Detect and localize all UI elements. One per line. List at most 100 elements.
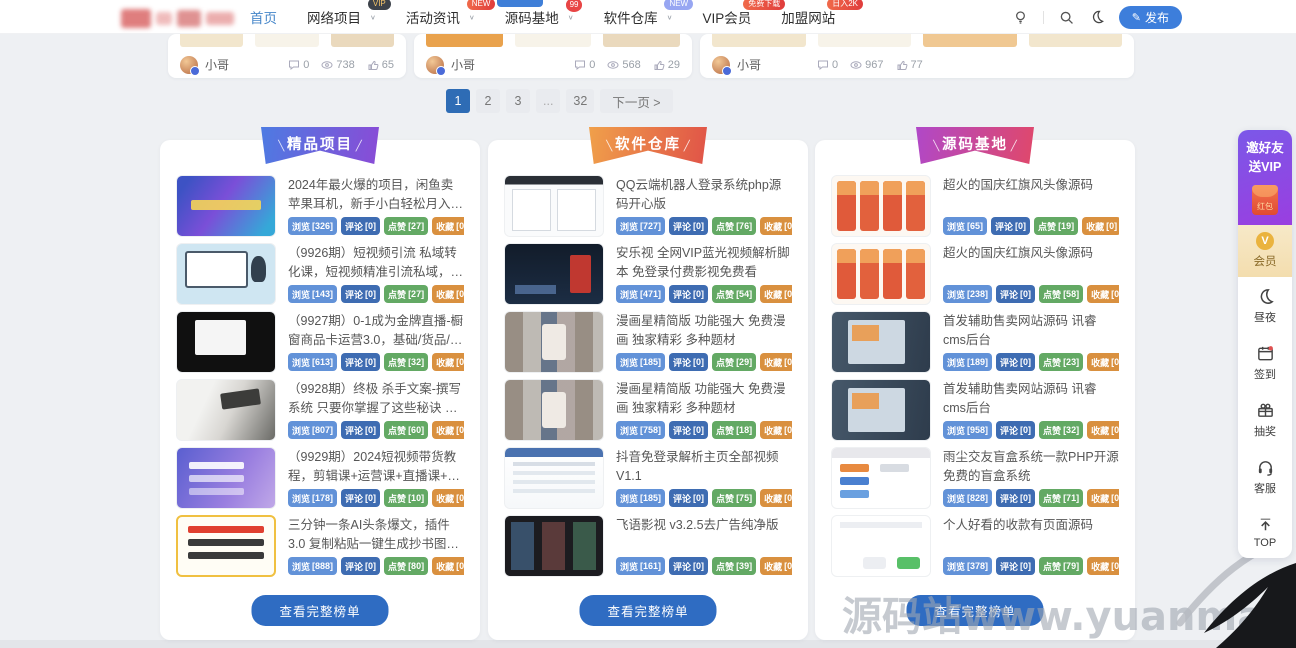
vip-member-button[interactable]: V 会员 bbox=[1238, 224, 1292, 277]
badge-value: [0] bbox=[784, 289, 792, 299]
list-item[interactable]: （9929期）2024短视频带货教程，剪辑课+运营课+直播课+拍摄课（全套高清.… bbox=[176, 447, 464, 509]
list-item[interactable]: 超火的国庆红旗风头像源码 浏览 [65] 评论 [0] 点赞 [19] 收藏 [0] bbox=[831, 175, 1119, 237]
comments-badge: 评论 [0] bbox=[996, 557, 1036, 575]
list-item[interactable]: 首发辅助售卖网站源码 讯睿cms后台 浏览 [958] 评论 [0] 点赞 [32] … bbox=[831, 379, 1119, 441]
badge-value: [0] bbox=[693, 357, 705, 367]
list-item[interactable]: 三分钟一条AI头条爆文，插件3.0 复制粘贴一键生成抄书图片 单日变现四位数 浏… bbox=[176, 515, 464, 577]
moon-icon bbox=[1260, 288, 1274, 304]
lightbulb-icon[interactable] bbox=[1012, 9, 1029, 26]
list-item[interactable]: 首发辅助售卖网站源码 讯睿cms后台 浏览 [189] 评论 [0] 点赞 [23] … bbox=[831, 311, 1119, 373]
item-thumbnail-image bbox=[504, 379, 604, 441]
list-item[interactable]: （9926期）短视频引流 私域转化课，短视频精准引流私域，在私域高效转化... … bbox=[176, 243, 464, 305]
thumbnail-sliver bbox=[426, 34, 503, 47]
post-stats: 0 967 77 bbox=[817, 59, 923, 71]
badge-label: 收藏 bbox=[764, 493, 783, 504]
nav-item[interactable]: 活动资讯 NEW ∨ bbox=[406, 0, 496, 27]
comments-badge: 评论 [0] bbox=[669, 285, 709, 303]
publish-button[interactable]: ✎ 发布 bbox=[1118, 5, 1182, 29]
tool-label: 抽奖 bbox=[1254, 425, 1276, 438]
check-in-button[interactable]: 签到 bbox=[1238, 334, 1292, 391]
nav-item-badge: 免费下载 bbox=[743, 0, 786, 10]
likes-count: 29 bbox=[667, 58, 680, 71]
likes-badge: 点赞 [10] bbox=[384, 489, 429, 507]
comments-count: 0 bbox=[589, 58, 596, 71]
badge-value: [471] bbox=[640, 289, 662, 299]
favorites-badge: 收藏[0] bbox=[432, 489, 464, 507]
page-button[interactable]: 32 bbox=[566, 89, 595, 113]
list-item[interactable]: （9927期）0-1成为金牌直播-橱窗商品卡运营3.0，基础/货品/场景/话术/… bbox=[176, 311, 464, 373]
post-card[interactable]: 小哥 0 568 29 bbox=[414, 34, 692, 78]
badge-label: 点赞 bbox=[1043, 425, 1062, 436]
views-badge: 浏览 [958] bbox=[943, 421, 993, 439]
item-body: 超火的国庆红旗风头像源码 浏览[238] 评论[0] 点赞[58] 收藏[0] bbox=[943, 243, 1119, 305]
item-stats: 浏览[143] 评论[0] 点赞[27] 收藏[0] bbox=[288, 285, 464, 303]
nav-item[interactable]: 软件仓库 NEW ∨ bbox=[604, 0, 694, 27]
page-button[interactable]: 1 bbox=[446, 89, 470, 113]
badge-label: 浏览 bbox=[947, 425, 966, 436]
nav-item[interactable]: 源码基地 99 ∨ bbox=[505, 0, 583, 27]
favorites-badge: 收藏[0] bbox=[760, 217, 792, 235]
item-thumbnail-image bbox=[504, 515, 604, 577]
page-button[interactable]: ... bbox=[536, 89, 561, 113]
list-item[interactable]: 漫画星精简版 功能强大 免费漫画 独家精彩 多种题材 浏览 [758] 评论 [0]… bbox=[504, 379, 792, 441]
nav-item[interactable]: VIP会员 免费下载 bbox=[702, 0, 786, 27]
badge-label: 点赞 bbox=[1043, 357, 1062, 368]
badge-value: [27] bbox=[408, 221, 425, 231]
site-logo[interactable] bbox=[121, 6, 245, 30]
nav-item[interactable]: 网络项目 VIP ∨ bbox=[307, 0, 391, 27]
badge-value: [0] bbox=[1111, 493, 1119, 503]
nav-item-label: 网络项目 bbox=[307, 11, 361, 26]
avatar bbox=[180, 55, 200, 76]
badge-value: [0] bbox=[365, 493, 377, 503]
avatar bbox=[426, 55, 446, 76]
invite-vip-card[interactable]: 邀好友 送VIP 红包 bbox=[1238, 130, 1292, 225]
views-stat: 967 bbox=[850, 58, 884, 71]
page-button[interactable]: 3 bbox=[506, 89, 530, 113]
badge-label: 点赞 bbox=[388, 561, 407, 572]
list-item[interactable]: 超火的国庆红旗风头像源码 浏览[238] 评论[0] 点赞[58] 收藏[0] bbox=[831, 243, 1119, 305]
moon-icon[interactable] bbox=[1089, 9, 1105, 25]
gift-icon bbox=[1257, 403, 1273, 417]
list-item[interactable]: 飞语影视 v3.2.5去广告纯净版 浏览 [161] 评论 [0] 点赞 [39] 收… bbox=[504, 515, 792, 577]
day-night-toggle[interactable]: 昼夜 bbox=[1238, 277, 1292, 334]
view-full-list-button[interactable]: 查看完整榜单 bbox=[251, 595, 389, 626]
tool-label: 签到 bbox=[1254, 368, 1276, 381]
username: 小哥 bbox=[205, 58, 230, 72]
badge-value: [378] bbox=[967, 561, 989, 571]
list-item[interactable]: 安乐视 全网VIP蓝光视频解析脚本 免登录付费影视免费看 浏览 [471] 评论[… bbox=[504, 243, 792, 305]
badge-label: 收藏 bbox=[436, 561, 455, 572]
list-item[interactable]: （9928期）终极 杀手文案-撰写系统 只要你掌握了这些秘诀 你可以在沙漠里..… bbox=[176, 379, 464, 441]
item-title: （9929期）2024短视频带货教程，剪辑课+运营课+直播课+拍摄课（全套高清.… bbox=[288, 450, 460, 483]
back-to-top-button[interactable]: TOP bbox=[1238, 505, 1292, 558]
view-full-list-button[interactable]: 查看完整榜单 bbox=[906, 595, 1044, 626]
badge-value: [0] bbox=[784, 493, 792, 503]
badge-label: 评论 bbox=[995, 221, 1014, 232]
badge-label: 浏览 bbox=[292, 221, 311, 232]
badge-label: 评论 bbox=[673, 357, 692, 368]
badge-value: [0] bbox=[1106, 221, 1118, 231]
nav-item[interactable]: 加盟网站 日入2K bbox=[781, 0, 863, 27]
search-icon[interactable] bbox=[1058, 9, 1075, 26]
thumbnail-sliver bbox=[255, 34, 319, 47]
views-count: 967 bbox=[865, 58, 884, 71]
badge-value: [19] bbox=[1058, 221, 1075, 231]
lottery-button[interactable]: 抽奖 bbox=[1238, 391, 1292, 448]
customer-service-button[interactable]: 客服 bbox=[1238, 448, 1292, 505]
list-item[interactable]: 2024年最火爆的项目，闲鱼卖苹果耳机，新手小白轻松月入2W+简单易上手 浏览[… bbox=[176, 175, 464, 237]
list-item[interactable]: 漫画星精简版 功能强大 免费漫画 独家精彩 多种题材 浏览 [185] 评论 [0]… bbox=[504, 311, 792, 373]
list-item[interactable]: 个人好看的收款有页面源码 浏览[378] 评论[0] 点赞[79] 收藏[0] bbox=[831, 515, 1119, 577]
likes-badge: 点赞 [76] bbox=[712, 217, 757, 235]
list-item[interactable]: QQ云端机器人登录系统php源码开心版 浏览 [727] 评论 [0] 点赞 [76]… bbox=[504, 175, 792, 237]
list-item[interactable]: 雨尘交友盲盒系统一款PHP开源免费的盲盒系统 浏览 [828] 评论 [0] 点赞[… bbox=[831, 447, 1119, 509]
nav-item[interactable]: 首页 bbox=[250, 7, 277, 27]
page-button[interactable]: 2 bbox=[476, 89, 500, 113]
badge-label: 评论 bbox=[1000, 425, 1019, 436]
post-card[interactable]: 小哥 0 967 77 bbox=[700, 34, 1134, 78]
post-card[interactable]: 小哥 0 738 65 bbox=[168, 34, 406, 78]
item-title: 安乐视 全网VIP蓝光视频解析脚本 免登录付费影视免费看 bbox=[616, 246, 790, 279]
view-full-list-button[interactable]: 查看完整榜单 bbox=[579, 595, 717, 626]
page-button[interactable]: 下一页 > bbox=[600, 89, 673, 113]
favorites-badge: 收藏[0] bbox=[432, 217, 464, 235]
floating-sidebar: 邀好友 送VIP 红包 V 会员 昼夜 签到 抽奖 客服 TOP bbox=[1238, 130, 1292, 558]
list-item[interactable]: 抖音免登录解析主页全部视频V1.1 浏览 [185] 评论 [0] 点赞 [75] 收… bbox=[504, 447, 792, 509]
